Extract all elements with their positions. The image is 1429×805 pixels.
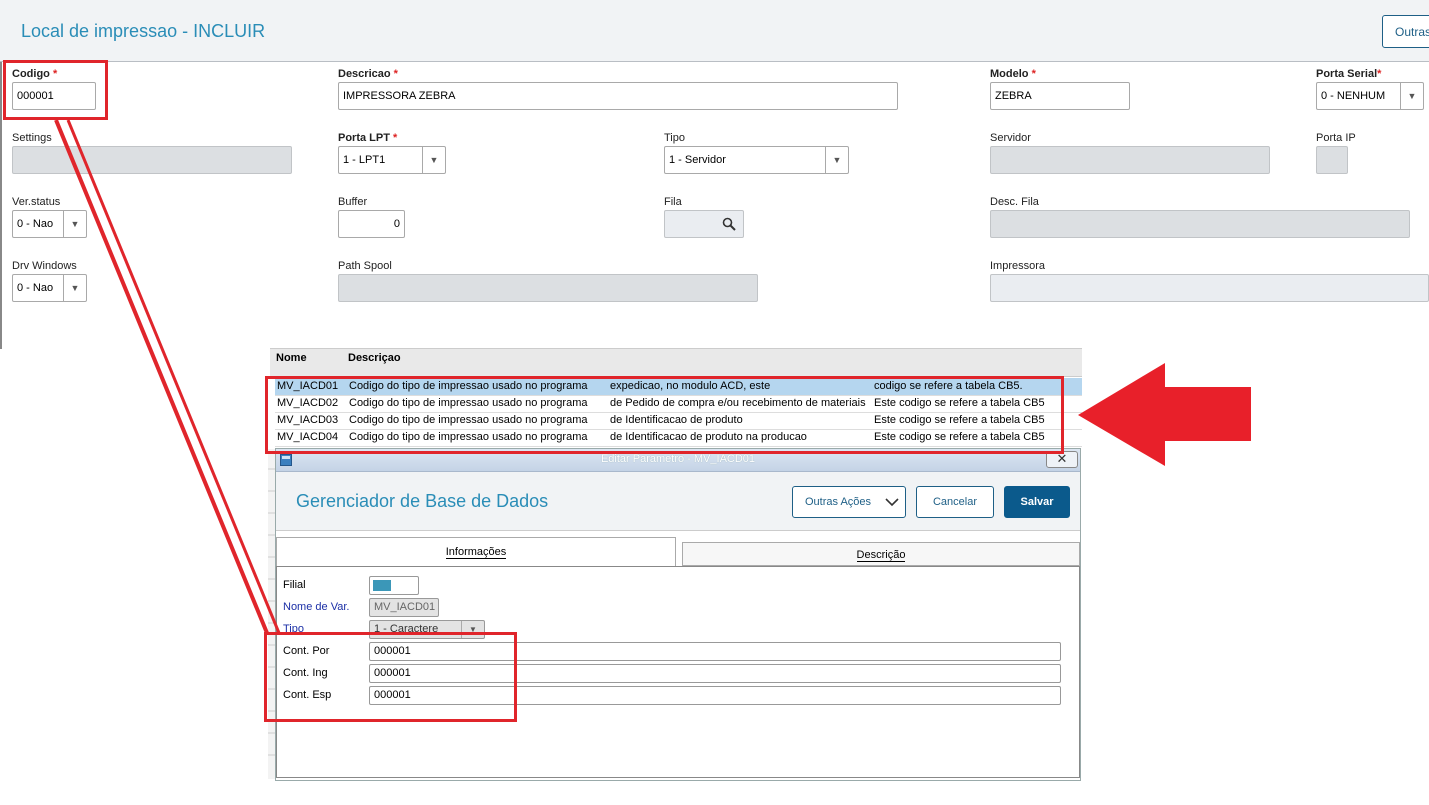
annotation-line: [54, 119, 269, 634]
annotation-overlay: [54, 119, 1251, 634]
red-arrow-icon: [1078, 363, 1251, 466]
annotation-line: [66, 119, 281, 634]
